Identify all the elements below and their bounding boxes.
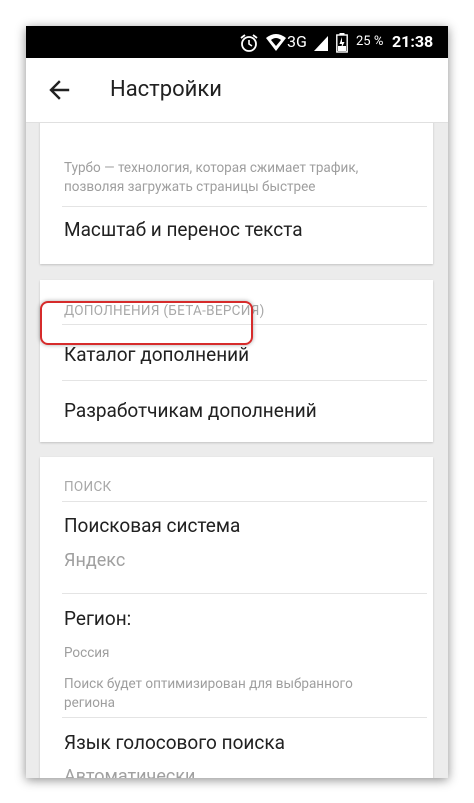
clock: 21:38 [392, 32, 434, 51]
app-bar: Настройки [26, 58, 448, 123]
divider [62, 501, 427, 502]
addons-catalog-item[interactable]: Каталог дополнений [64, 343, 249, 366]
battery-percent: 25 % [356, 34, 384, 49]
alarm-icon [239, 26, 259, 58]
phone-screen: 3G 25 % 21:38 Настройки Турбо — технолог… [26, 26, 448, 778]
voice-search-language-value: Автоматически [64, 766, 196, 778]
voice-search-language-label[interactable]: Язык голосового поиска [64, 731, 285, 754]
divider [62, 206, 427, 207]
scale-and-wrap-item[interactable]: Масштаб и перенос текста [64, 218, 303, 241]
search-engine-label[interactable]: Поисковая система [64, 514, 240, 537]
search-card: ПОИСК Поисковая система Яндекс Регион: Р… [40, 457, 433, 778]
region-value: Россия [64, 645, 110, 661]
region-label[interactable]: Регион: [64, 607, 131, 630]
section-title-search: ПОИСК [64, 479, 112, 495]
turbo-card: Турбо — технология, которая сжимает траф… [40, 123, 433, 264]
network-type: 3G [287, 32, 307, 51]
divider [62, 593, 427, 594]
settings-list[interactable]: Турбо — технология, которая сжимает траф… [26, 123, 448, 778]
signal-icon [313, 26, 329, 58]
divider [62, 380, 427, 381]
arrow-left-icon[interactable] [46, 76, 74, 104]
search-engine-value: Яндекс [64, 550, 126, 571]
highlight-frame [40, 301, 253, 345]
page-title: Настройки [110, 77, 222, 102]
region-hint: Поиск будет оптимизирован для выбранного… [64, 676, 353, 711]
wifi-icon [265, 26, 287, 58]
status-bar: 3G 25 % 21:38 [26, 26, 448, 58]
battery-icon [336, 26, 348, 58]
divider [62, 717, 427, 718]
turbo-description: Турбо — технология, которая сжимает траф… [64, 160, 359, 195]
addons-developers-item[interactable]: Разработчикам дополнений [64, 399, 317, 422]
